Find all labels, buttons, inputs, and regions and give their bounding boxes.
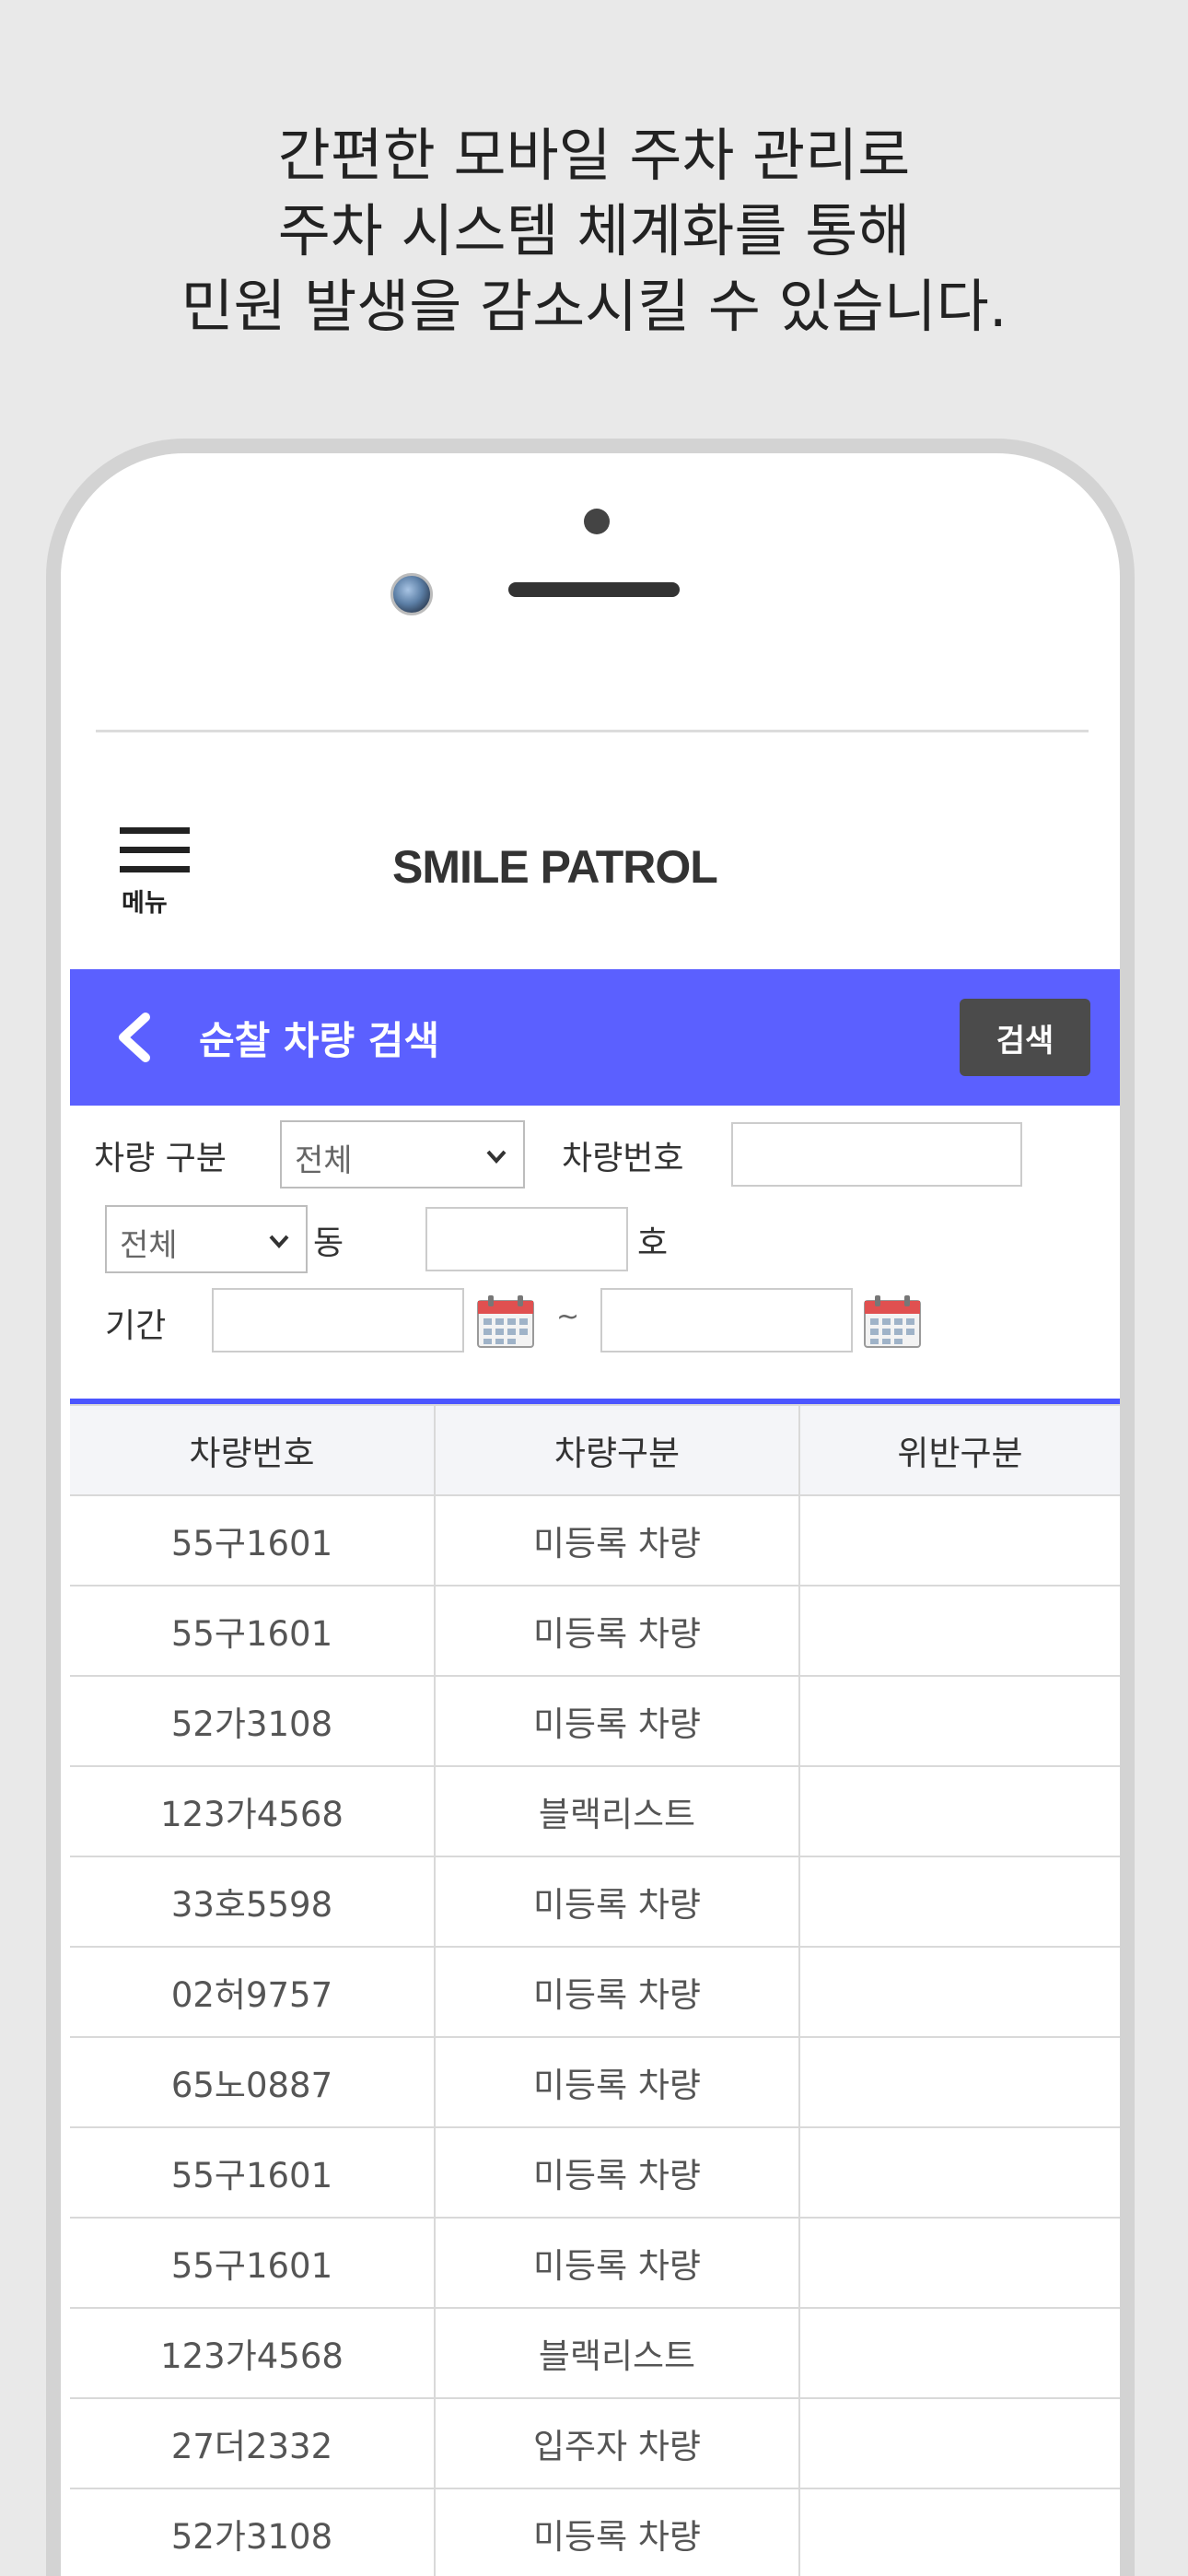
- cell-plate: 55구1601: [70, 2126, 436, 2219]
- table-row[interactable]: 27더2332 입주자 차량: [70, 2397, 1120, 2489]
- dong-label: 동: [313, 1224, 344, 1262]
- table-row[interactable]: 55구1601 미등록 차량: [70, 2217, 1120, 2309]
- hamburger-icon-bar: [120, 866, 190, 872]
- table-row[interactable]: 52가3108 미등록 차량: [70, 1675, 1120, 1767]
- calendar-icon[interactable]: [862, 1294, 923, 1349]
- cell-violation-type: [798, 1585, 1120, 1677]
- cell-vehicle-type: 미등록 차량: [434, 1494, 800, 1587]
- cell-plate: 52가3108: [70, 1675, 436, 1767]
- results-table: 차량번호 차량구분 위반구분 55구1601 미등록 차량 55구1601 미등록 …: [70, 1404, 1120, 2576]
- cell-vehicle-type: 블랙리스트: [434, 1765, 800, 1857]
- table-row[interactable]: 02허9757 미등록 차량: [70, 1946, 1120, 2038]
- table-row[interactable]: 33호5598 미등록 차량: [70, 1856, 1120, 1948]
- cell-plate: 55구1601: [70, 2217, 436, 2309]
- cell-violation-type: [798, 1765, 1120, 1857]
- dong-selected: 전체: [120, 1227, 178, 1264]
- cell-plate: 52가3108: [70, 2488, 436, 2576]
- cell-violation-type: [798, 2217, 1120, 2309]
- cell-plate: 55구1601: [70, 1494, 436, 1587]
- table-row[interactable]: 55구1601 미등록 차량: [70, 1585, 1120, 1677]
- period-start-input[interactable]: [212, 1288, 464, 1352]
- dong-select[interactable]: 전체: [105, 1205, 308, 1273]
- cell-violation-type: [798, 1675, 1120, 1767]
- headline-line-1: 간편한 모바일 주차 관리로: [277, 122, 911, 189]
- cell-vehicle-type: 블랙리스트: [434, 2307, 800, 2399]
- column-header-violation-type: 위반구분: [798, 1404, 1120, 1496]
- search-button[interactable]: 검색: [960, 999, 1090, 1076]
- cell-vehicle-type: 입주자 차량: [434, 2397, 800, 2489]
- hamburger-icon-bar: [120, 847, 190, 853]
- camera-dot: [584, 509, 610, 534]
- cell-plate: 02허9757: [70, 1946, 436, 2038]
- period-separator: ~: [556, 1301, 580, 1333]
- headline-line-2: 주차 시스템 체계화를 통해: [277, 197, 911, 264]
- front-camera-lens: [390, 573, 433, 615]
- table-row[interactable]: 55구1601 미등록 차량: [70, 1494, 1120, 1587]
- chevron-left-icon[interactable]: [111, 1012, 162, 1063]
- cell-plate: 55구1601: [70, 1585, 436, 1677]
- menu-label: 메뉴: [122, 889, 168, 918]
- headline-line-3: 민원 발생을 감소시킬 수 있습니다.: [181, 273, 1007, 340]
- promo-headline: 간편한 모바일 주차 관리로 주차 시스템 체계화를 통해 민원 발생을 감소시…: [0, 118, 1188, 345]
- phone-frame: 메뉴 SMILE PATROL 순찰 차량 검색 검색 차량 구분 전체 차량번…: [46, 439, 1135, 2576]
- cell-violation-type: [798, 2397, 1120, 2489]
- cell-vehicle-type: 미등록 차량: [434, 2217, 800, 2309]
- table-row[interactable]: 65노0887 미등록 차량: [70, 2036, 1120, 2128]
- plate-number-input[interactable]: [731, 1122, 1022, 1187]
- screen-top-divider: [96, 730, 1089, 732]
- table-row[interactable]: 55구1601 미등록 차량: [70, 2126, 1120, 2219]
- brand-title: SMILE PATROL: [392, 841, 718, 893]
- plate-number-label: 차량번호: [562, 1140, 684, 1177]
- cell-plate: 123가4568: [70, 2307, 436, 2399]
- cell-vehicle-type: 미등록 차량: [434, 2036, 800, 2128]
- page-title: 순찰 차량 검색: [199, 1018, 440, 1063]
- chevron-down-icon: [486, 1150, 507, 1164]
- dong-number-input[interactable]: [425, 1207, 628, 1271]
- page-title-bar: 순찰 차량 검색 검색: [70, 969, 1120, 1106]
- search-filters: 차량 구분 전체 차량번호 전체 동 호 기간 ~: [70, 1106, 1120, 1382]
- cell-plate: 33호5598: [70, 1856, 436, 1948]
- menu-button[interactable]: 메뉴: [116, 822, 199, 918]
- cell-violation-type: [798, 2488, 1120, 2576]
- cell-vehicle-type: 미등록 차량: [434, 2488, 800, 2576]
- cell-plate: 65노0887: [70, 2036, 436, 2128]
- speaker-grille: [508, 582, 680, 597]
- table-row[interactable]: 123가4568 블랙리스트: [70, 2307, 1120, 2399]
- cell-violation-type: [798, 2036, 1120, 2128]
- table-header-row: 차량번호 차량구분 위반구분: [70, 1404, 1120, 1496]
- calendar-icon[interactable]: [475, 1294, 536, 1349]
- cell-violation-type: [798, 1494, 1120, 1587]
- column-header-plate: 차량번호: [70, 1404, 436, 1496]
- cell-vehicle-type: 미등록 차량: [434, 1856, 800, 1948]
- vehicle-type-select[interactable]: 전체: [280, 1120, 525, 1188]
- cell-violation-type: [798, 1856, 1120, 1948]
- vehicle-type-selected: 전체: [295, 1142, 353, 1179]
- vehicle-type-label: 차량 구분: [94, 1140, 227, 1177]
- cell-violation-type: [798, 2126, 1120, 2219]
- column-header-vehicle-type: 차량구분: [434, 1404, 800, 1496]
- table-row[interactable]: 52가3108 미등록 차량: [70, 2488, 1120, 2576]
- results-table-wrapper: 차량번호 차량구분 위반구분 55구1601 미등록 차량 55구1601 미등록 …: [70, 1404, 1120, 2576]
- period-label: 기간: [105, 1307, 167, 1345]
- cell-vehicle-type: 미등록 차량: [434, 1946, 800, 2038]
- cell-vehicle-type: 미등록 차량: [434, 2126, 800, 2219]
- ho-label: 호: [637, 1224, 669, 1262]
- cell-vehicle-type: 미등록 차량: [434, 1585, 800, 1677]
- cell-violation-type: [798, 1946, 1120, 2038]
- chevron-down-icon: [269, 1235, 289, 1248]
- cell-plate: 123가4568: [70, 1765, 436, 1857]
- period-end-input[interactable]: [600, 1288, 853, 1352]
- cell-plate: 27더2332: [70, 2397, 436, 2489]
- table-row[interactable]: 123가4568 블랙리스트: [70, 1765, 1120, 1857]
- cell-violation-type: [798, 2307, 1120, 2399]
- app-header: 메뉴 SMILE PATROL: [70, 803, 1120, 942]
- hamburger-icon: [120, 827, 190, 834]
- cell-vehicle-type: 미등록 차량: [434, 1675, 800, 1767]
